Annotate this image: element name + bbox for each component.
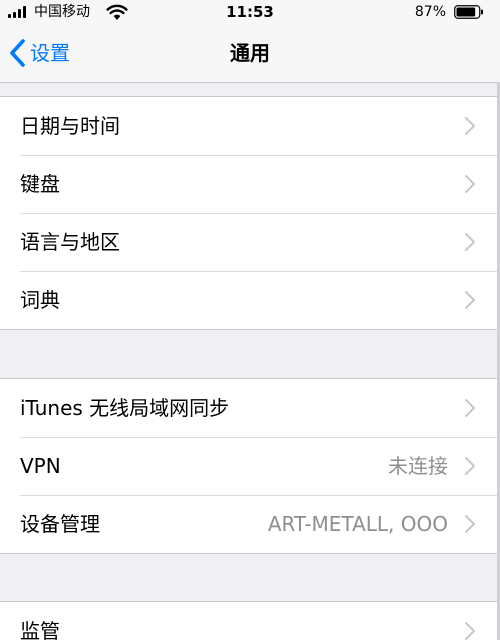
settings-group-sync-vpn: iTunes 无线局域网同步 VPN 未连接 设备管理 ART-METALL, … bbox=[0, 378, 500, 554]
settings-group-general: 日期与时间 键盘 语言与地区 词典 bbox=[0, 96, 500, 330]
screen: 中国移动 11:53 87% 设置 通用 日期与时间 键盘 语言与地区 词典 i… bbox=[0, 0, 500, 640]
battery-level-fill bbox=[456, 7, 476, 17]
row-supervision[interactable]: 监管 bbox=[0, 602, 500, 640]
chevron-right-icon bbox=[465, 515, 475, 533]
row-date-time[interactable]: 日期与时间 bbox=[0, 97, 500, 155]
row-label: VPN bbox=[20, 454, 61, 478]
settings-group-supervision: 监管 bbox=[0, 601, 500, 640]
vpn-status-value: 未连接 bbox=[388, 454, 448, 478]
row-label: 词典 bbox=[20, 288, 60, 312]
row-label: 日期与时间 bbox=[20, 114, 120, 138]
row-itunes-wifi-sync[interactable]: iTunes 无线局域网同步 bbox=[0, 379, 500, 437]
row-keyboard[interactable]: 键盘 bbox=[0, 155, 500, 213]
row-label: 监管 bbox=[20, 619, 60, 640]
chevron-right-icon bbox=[465, 399, 475, 417]
status-bar: 中国移动 11:53 87% bbox=[0, 0, 500, 24]
row-vpn[interactable]: VPN 未连接 bbox=[0, 437, 500, 495]
row-label: 语言与地区 bbox=[20, 230, 120, 254]
chevron-right-icon bbox=[465, 622, 475, 640]
device-management-value: ART-METALL, OOO bbox=[267, 512, 448, 536]
chevron-right-icon bbox=[465, 117, 475, 135]
row-language-region[interactable]: 语言与地区 bbox=[0, 213, 500, 271]
row-label: 键盘 bbox=[20, 172, 60, 196]
chevron-right-icon bbox=[465, 175, 475, 193]
page-title: 通用 bbox=[230, 41, 270, 65]
navigation-bar: 设置 通用 bbox=[0, 24, 500, 83]
battery-icon bbox=[454, 5, 483, 19]
battery-percentage: 87% bbox=[414, 4, 446, 20]
row-label: iTunes 无线局域网同步 bbox=[20, 396, 230, 420]
row-label: 设备管理 bbox=[20, 512, 100, 536]
chevron-right-icon bbox=[465, 457, 475, 475]
chevron-right-icon bbox=[465, 291, 475, 309]
chevron-right-icon bbox=[465, 233, 475, 251]
row-device-management[interactable]: 设备管理 ART-METALL, OOO bbox=[0, 495, 500, 553]
row-dictionary[interactable]: 词典 bbox=[0, 271, 500, 329]
